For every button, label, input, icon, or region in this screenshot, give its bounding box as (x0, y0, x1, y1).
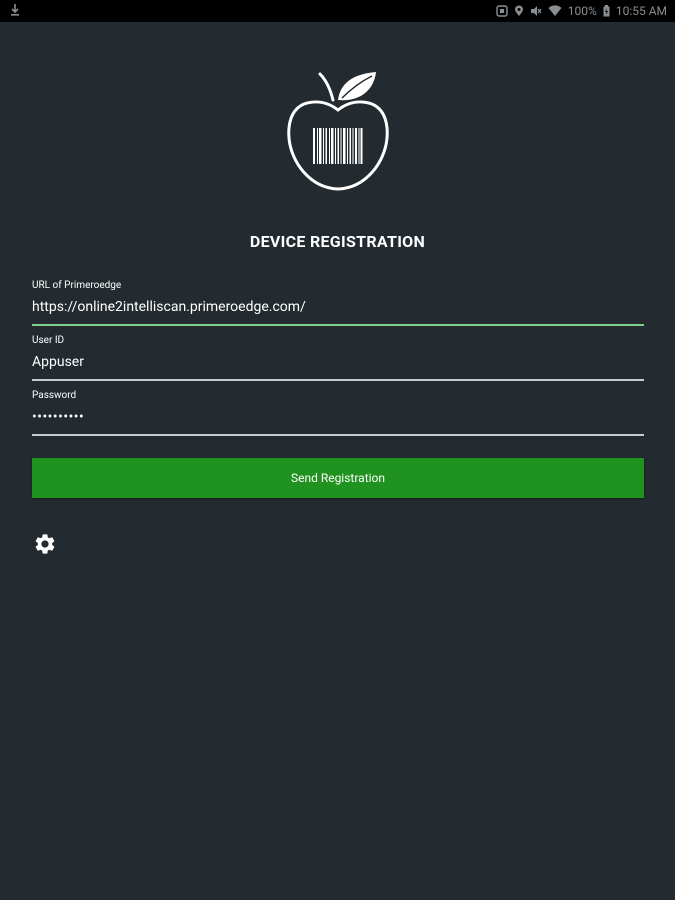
gear-icon[interactable] (33, 532, 57, 556)
user-id-underline (32, 379, 644, 381)
password-input[interactable]: •••••••••• (32, 408, 644, 426)
url-field-label: URL of Primeroedge (32, 280, 122, 291)
status-icons: 100% 10:55 AM (496, 3, 667, 19)
location-icon (514, 5, 524, 17)
send-registration-label: Send Registration (290, 471, 386, 485)
send-registration-button[interactable]: Send Registration (32, 458, 644, 498)
user-id-input[interactable]: Appuser (32, 353, 644, 371)
user-id-label: User ID (32, 335, 65, 346)
url-input[interactable]: https://online2intelliscan.primeroedge.c… (32, 298, 644, 316)
user-id-field[interactable]: User ID Appuser (32, 335, 644, 381)
password-field[interactable]: Password •••••••••• (32, 390, 644, 436)
url-underline (32, 324, 644, 326)
battery-charging-icon (603, 5, 610, 17)
password-underline (32, 434, 644, 436)
wifi-icon (548, 5, 562, 17)
url-field[interactable]: URL of Primeroedge https://online2intell… (32, 280, 644, 326)
mute-icon (530, 5, 542, 17)
nfc-icon (496, 5, 508, 17)
apple-barcode-logo-icon (282, 66, 394, 192)
status-bar: 100% 10:55 AM (0, 0, 675, 22)
page-title: DEVICE REGISTRATION (249, 232, 426, 251)
download-icon (10, 3, 20, 17)
battery-percent: 100% (567, 4, 597, 18)
clock: 10:55 AM (615, 4, 667, 18)
password-label: Password (32, 390, 77, 401)
